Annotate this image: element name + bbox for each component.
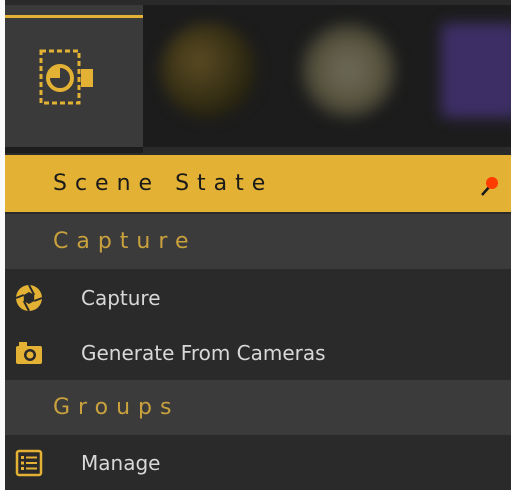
menu-item-manage[interactable]: Manage [5, 435, 511, 490]
menu-item-label: Manage [81, 450, 161, 475]
menu-item-capture[interactable]: Capture [5, 270, 511, 325]
section-capture-header[interactable]: Capture [5, 214, 511, 269]
scene-state-icon [39, 49, 93, 105]
section-groups-header[interactable]: Groups [5, 380, 511, 435]
scene-thumbnail[interactable] [161, 23, 256, 118]
menu-item-generate-from-cameras[interactable]: Generate From Cameras [5, 325, 511, 380]
camera-icon [16, 342, 42, 364]
scene-state-title: Scene State [53, 171, 274, 196]
scene-thumbnail[interactable] [301, 23, 396, 118]
section-title: Groups [53, 395, 180, 420]
menu-item-label: Capture [81, 285, 161, 310]
aperture-icon [15, 284, 43, 312]
scene-state-panel: Scene State Capture Capture Generate Fro… [5, 0, 511, 490]
active-tab-indicator [5, 15, 143, 18]
scene-thumbnail[interactable] [441, 23, 511, 118]
section-title: Capture [53, 229, 197, 254]
scene-state-header[interactable]: Scene State [5, 155, 511, 212]
toolbar-divider [143, 147, 511, 153]
list-icon [15, 449, 43, 477]
menu-item-label: Generate From Cameras [81, 340, 326, 365]
pin-icon[interactable] [479, 175, 501, 197]
toolbar [5, 5, 511, 153]
scene-state-tab[interactable] [5, 5, 143, 147]
